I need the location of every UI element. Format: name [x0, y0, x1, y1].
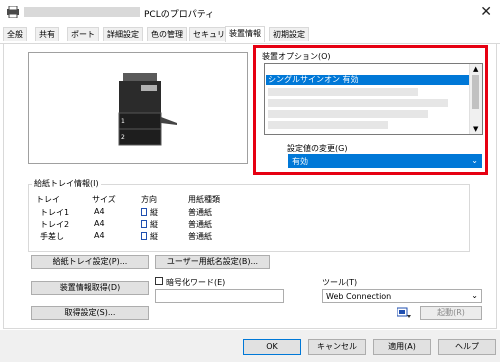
tray-2-marker: 2 — [121, 134, 125, 141]
scroll-thumb[interactable] — [472, 75, 479, 109]
password-label: 暗号化ワード(E) — [166, 278, 226, 287]
tray-settings-button-label: 給紙トレイ設定(P)... — [52, 257, 128, 266]
tab-general-label: 全般 — [7, 30, 23, 39]
list-scrollbar[interactable]: ▲ ▼ — [469, 64, 482, 134]
help-button[interactable]: ヘルプ — [438, 339, 496, 355]
launch-button[interactable]: 起動(R) — [420, 306, 482, 320]
redacted-option — [268, 88, 418, 96]
column-header-size: サイズ — [92, 195, 116, 204]
scroll-down-icon[interactable]: ▼ — [473, 125, 478, 133]
cancel-button-label: キャンセル — [317, 342, 357, 351]
tab-general[interactable]: 全般 — [3, 27, 27, 41]
window-title: PCLのプロパティ — [144, 10, 215, 20]
tab-defaults-label: 初期設定 — [273, 30, 305, 39]
apply-button-label: 適用(A) — [388, 342, 416, 351]
chevron-down-icon: ⌄ — [471, 291, 478, 300]
list-item-label: シングルサインオン 有効 — [268, 75, 359, 84]
tool-select-value: Web Connection — [326, 292, 392, 301]
tray-1-marker: 1 — [121, 118, 125, 125]
cell-size: A4 — [94, 219, 105, 228]
cancel-button[interactable]: キャンセル — [308, 339, 366, 355]
dialog-button-bar: OK キャンセル 適用(A) ヘルプ — [0, 330, 500, 362]
paper-tray-group: 給紙トレイ情報(I) トレイ サイズ 方向 用紙種類 トレイ1 A4 縦 普通紙… — [28, 178, 470, 252]
launch-button-label: 起動(R) — [437, 308, 465, 317]
cell-type: 普通紙 — [188, 232, 212, 241]
cell-type: 普通紙 — [188, 220, 212, 229]
tab-device-info-label: 装置情報 — [229, 29, 261, 38]
user-paper-name-button-label: ユーザー用紙名設定(B)... — [166, 257, 259, 266]
column-header-direction: 方向 — [141, 195, 157, 204]
close-icon[interactable]: ✕ — [480, 4, 492, 20]
cell-tray: トレイ2 — [40, 220, 70, 229]
tab-color-management-label: 色の管理 — [151, 30, 183, 39]
help-button-label: ヘルプ — [455, 342, 479, 351]
cell-direction: 縦 — [150, 220, 158, 229]
tab-advanced[interactable]: 詳細設定 — [103, 27, 143, 41]
redacted-option — [268, 110, 428, 118]
tab-defaults[interactable]: 初期設定 — [269, 27, 309, 41]
cell-direction: 縦 — [150, 232, 158, 241]
web-connection-icon[interactable] — [396, 307, 411, 319]
paper-tray-table: トレイ サイズ 方向 用紙種類 トレイ1 A4 縦 普通紙 トレイ2 A4 縦 … — [36, 194, 286, 248]
get-settings-button[interactable]: 取得設定(S)... — [31, 306, 149, 320]
title-bar: PCLのプロパティ ✕ — [0, 0, 500, 26]
tab-sharing[interactable]: 共有 — [35, 27, 59, 41]
table-row: トレイ2 A4 縦 普通紙 — [36, 219, 286, 230]
redacted-option — [268, 121, 388, 129]
cell-size: A4 — [94, 207, 105, 216]
setting-change-label: 設定値の変更(G) — [287, 144, 348, 153]
table-row: トレイ1 A4 縦 普通紙 — [36, 207, 286, 218]
get-settings-button-label: 取得設定(S)... — [64, 308, 116, 317]
user-paper-name-button[interactable]: ユーザー用紙名設定(B)... — [155, 255, 270, 269]
tray-settings-button[interactable]: 給紙トレイ設定(P)... — [31, 255, 149, 269]
printer-preview: 1 2 — [28, 52, 248, 164]
portrait-icon — [141, 208, 147, 216]
device-options-label: 装置オプション(O) — [262, 52, 331, 61]
cell-type: 普通紙 — [188, 208, 212, 217]
tool-select[interactable]: Web Connection ⌄ — [322, 289, 482, 303]
paper-tray-label: 給紙トレイ情報(I) — [32, 178, 101, 189]
tab-bar: 全般 共有 ポート 詳細設定 色の管理 セキュリティ 装置情報 初期設定 — [0, 26, 500, 44]
setting-change-value: 有効 — [292, 157, 308, 166]
column-header-type: 用紙種類 — [188, 195, 220, 204]
printer-image: 1 2 — [111, 71, 177, 149]
list-item[interactable]: シングルサインオン 有効 — [266, 75, 469, 85]
ok-button[interactable]: OK — [243, 339, 301, 355]
ok-button-label: OK — [266, 342, 278, 351]
tab-advanced-label: 詳細設定 — [107, 30, 139, 39]
tab-sharing-label: 共有 — [39, 30, 55, 39]
tab-ports[interactable]: ポート — [67, 27, 99, 41]
redacted-option — [268, 99, 448, 107]
printer-name-redacted — [24, 7, 140, 17]
get-device-info-button[interactable]: 装置情報取得(D) — [31, 281, 149, 295]
chevron-down-icon: ⌄ — [471, 156, 478, 165]
device-options-list[interactable]: シングルサインオン 有効 ▲ ▼ — [264, 63, 483, 135]
portrait-icon — [141, 220, 147, 228]
table-row: 手差し A4 縦 普通紙 — [36, 231, 286, 242]
cell-tray: トレイ1 — [40, 208, 70, 217]
password-checkbox[interactable] — [155, 277, 163, 285]
get-device-info-button-label: 装置情報取得(D) — [59, 283, 121, 292]
cell-tray: 手差し — [40, 232, 64, 241]
cell-direction: 縦 — [150, 208, 158, 217]
apply-button[interactable]: 適用(A) — [373, 339, 431, 355]
portrait-icon — [141, 232, 147, 240]
setting-change-select[interactable]: 有効 ⌄ — [288, 154, 482, 168]
scroll-up-icon[interactable]: ▲ — [473, 65, 478, 73]
tab-ports-label: ポート — [71, 30, 95, 39]
tab-color-management[interactable]: 色の管理 — [147, 27, 187, 41]
tool-label: ツール(T) — [322, 278, 358, 287]
password-input[interactable] — [155, 289, 284, 303]
column-header-tray: トレイ — [36, 195, 60, 204]
cell-size: A4 — [94, 231, 105, 240]
printer-app-icon — [6, 5, 20, 19]
tab-device-info[interactable]: 装置情報 — [225, 26, 265, 42]
